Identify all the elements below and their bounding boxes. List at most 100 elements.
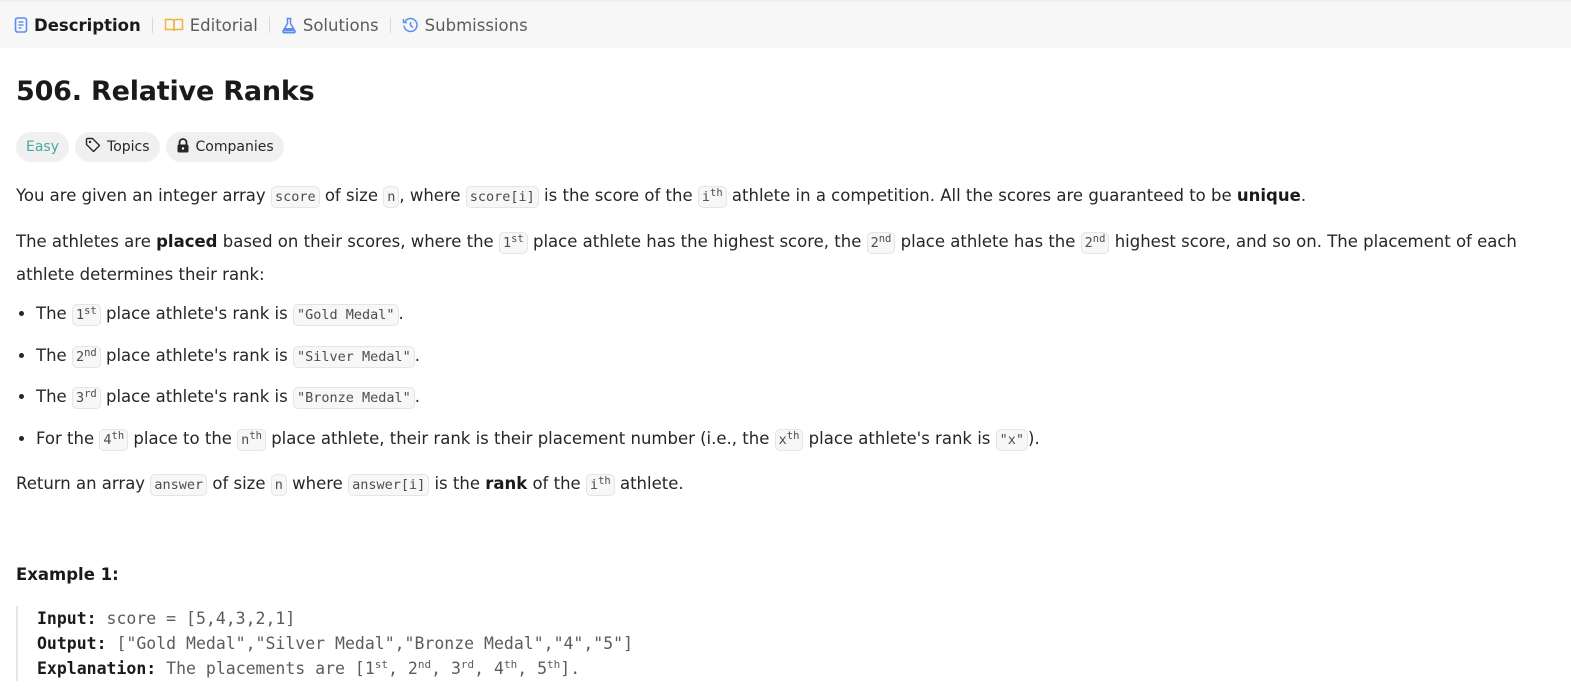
superscript: nd: [878, 233, 892, 245]
superscript: st: [511, 233, 524, 245]
problem-title[interactable]: 506. Relative Ranks: [16, 76, 315, 107]
superscript: th: [710, 187, 723, 199]
text: , 2: [388, 659, 418, 678]
text: The: [36, 345, 72, 365]
text: The placements are [1: [156, 659, 375, 678]
inline-code: 2nd: [1080, 232, 1110, 254]
example-input-label: Input:: [37, 609, 97, 628]
superscript: st: [374, 658, 389, 671]
description-paragraph-2: The athletes are placed based on their s…: [16, 226, 1556, 290]
text: You are given an integer array: [16, 186, 271, 205]
lock-icon: [176, 137, 190, 157]
example-1-block: Input: score = [5,4,3,2,1] Output: ["Gol…: [16, 606, 937, 681]
inline-code: n: [270, 474, 287, 496]
code-text: i: [701, 189, 710, 205]
superscript: nd: [84, 346, 97, 359]
list-item: The 3rd place athlete's rank is "Bronze …: [36, 381, 1040, 423]
inline-code: "Silver Medal": [292, 345, 415, 368]
topics-button[interactable]: Topics: [75, 132, 160, 162]
superscript: th: [503, 658, 518, 671]
text: place athlete's rank is: [100, 387, 293, 406]
list-item: The 2nd place athlete's rank is "Silver …: [36, 340, 1040, 382]
book-icon: [164, 17, 184, 33]
tab-submissions-label: Submissions: [424, 15, 528, 35]
superscript: rd: [84, 388, 97, 400]
text: , 4: [474, 659, 504, 678]
list-item: The 1st place athlete's rank is "Gold Me…: [36, 298, 1040, 340]
bold-text: rank: [485, 474, 528, 493]
inline-code: nth: [237, 428, 266, 451]
inline-code: ith: [585, 474, 615, 496]
text: place athlete has the: [895, 232, 1081, 251]
inline-code: score[i]: [465, 186, 539, 208]
superscript: nd: [417, 658, 432, 671]
description-paragraph-3: Return an array answer of size n where a…: [16, 468, 1556, 501]
superscript: rd: [460, 658, 475, 671]
example-input-value: score = [5,4,3,2,1]: [96, 609, 296, 628]
code-text: 1: [75, 307, 85, 323]
text: is the: [429, 474, 486, 493]
tab-editorial[interactable]: Editorial: [164, 10, 258, 40]
example-output-value: ["Gold Medal","Silver Medal","Bronze Med…: [106, 634, 634, 653]
superscript: th: [547, 658, 561, 671]
description-paragraph-1: You are given an integer array score of …: [16, 180, 1556, 213]
example-output-label: Output:: [37, 634, 107, 653]
bold-text: placed: [156, 232, 218, 251]
inline-code: answer: [150, 474, 208, 496]
bold-text: unique: [1236, 186, 1301, 205]
inline-code: 1st: [71, 304, 101, 326]
text: The athletes are: [16, 232, 157, 251]
code-text: i: [589, 477, 599, 493]
superscript: nd: [1092, 233, 1106, 245]
inline-code: 2nd: [71, 345, 101, 368]
topics-label: Topics: [107, 139, 150, 155]
text: Return an array: [16, 474, 151, 493]
code-text: x: [778, 431, 787, 448]
difficulty-label: Easy: [26, 139, 60, 155]
list-item: For the 4th place to the nth place athle…: [36, 423, 1040, 465]
problem-tab-bar: Description Editorial Solutions Submissi…: [0, 0, 1571, 48]
tab-solutions[interactable]: Solutions: [281, 10, 379, 40]
text: ].: [560, 659, 581, 678]
text: .: [414, 345, 421, 365]
superscript: th: [111, 429, 125, 442]
text: place to the: [128, 428, 238, 448]
superscript: th: [249, 429, 262, 442]
tab-solutions-label: Solutions: [302, 15, 379, 35]
code-text: 3: [75, 390, 85, 406]
companies-label: Companies: [195, 139, 274, 155]
text: place athlete's rank is: [100, 345, 293, 365]
tab-description[interactable]: Description: [14, 10, 141, 40]
tab-divider: [151, 17, 153, 33]
text: of size: [319, 186, 384, 205]
inline-code: "x": [995, 428, 1029, 451]
inline-code: ith: [697, 186, 727, 208]
code-text: 2: [870, 235, 879, 251]
example-output-line: Output: ["Gold Medal","Silver Medal","Br…: [37, 631, 937, 656]
code-text: 2: [1084, 235, 1093, 251]
text: , 5: [517, 659, 548, 678]
superscript: th: [786, 429, 800, 442]
text: The: [36, 304, 72, 323]
inline-code: "Bronze Medal": [292, 387, 415, 409]
inline-code: answer[i]: [348, 474, 430, 496]
inline-code: 3rd: [71, 387, 101, 409]
difficulty-badge: Easy: [16, 132, 70, 162]
tab-submissions[interactable]: Submissions: [402, 10, 528, 40]
text: where: [286, 474, 349, 493]
companies-button[interactable]: Companies: [165, 132, 284, 162]
code-text: 2: [75, 348, 85, 365]
tab-description-label: Description: [34, 15, 141, 35]
text: place athlete, their rank is their place…: [265, 428, 775, 448]
inline-code: score: [270, 186, 320, 208]
text: ).: [1028, 428, 1040, 448]
rank-rules-list: The 1st place athlete's rank is "Gold Me…: [16, 298, 1040, 464]
text: The: [36, 387, 72, 406]
text: For the: [36, 428, 100, 448]
superscript: st: [84, 305, 97, 317]
text: of size: [207, 474, 271, 493]
history-icon: [402, 17, 419, 34]
superscript: th: [598, 475, 611, 487]
text: athlete in a competition. All the scores…: [726, 186, 1237, 205]
text: place athlete's rank is: [803, 428, 996, 448]
